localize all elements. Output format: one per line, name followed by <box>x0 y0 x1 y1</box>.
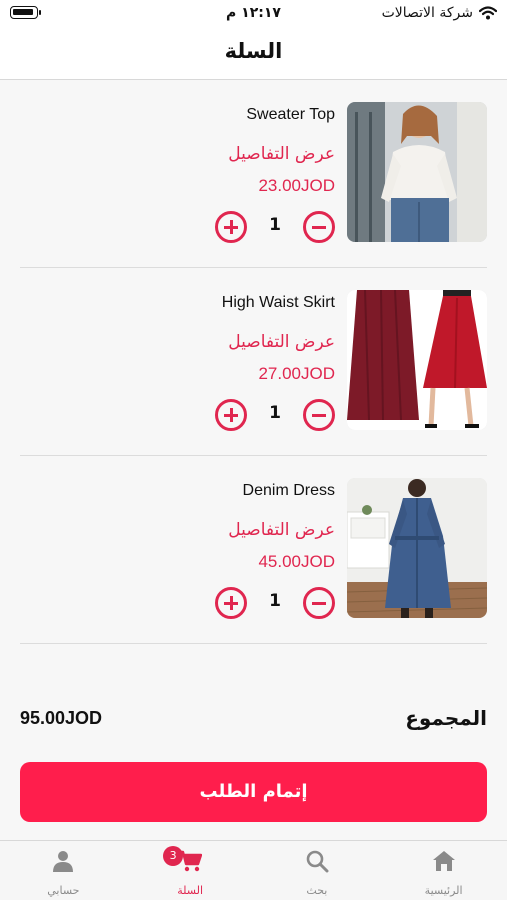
product-price: 27.00JOD <box>258 364 335 383</box>
increase-quantity-button[interactable] <box>215 211 247 243</box>
decrease-quantity-button[interactable] <box>303 211 335 243</box>
product-name: Sweater Top <box>246 106 335 123</box>
tab-home[interactable]: الرئيسية <box>380 841 507 900</box>
product-image-denim-dress[interactable] <box>347 478 487 618</box>
tab-label: السلة <box>177 884 203 897</box>
view-details-link[interactable]: عرض التفاصيل <box>228 144 335 164</box>
quantity-stepper: 1 <box>215 398 335 432</box>
wifi-icon <box>479 6 497 20</box>
product-name: Denim Dress <box>242 482 335 499</box>
tab-label: الرئيسية <box>424 884 463 897</box>
tab-cart[interactable]: 3 السلة <box>127 841 254 900</box>
tab-account[interactable]: حسابي <box>0 841 127 900</box>
quantity-stepper: 1 <box>215 586 335 620</box>
quantity-value: 1 <box>269 591 281 611</box>
cart-item: Sweater Top عرض التفاصيل 23.00JOD 1 <box>20 80 487 268</box>
cart-count-badge: 3 <box>163 846 184 866</box>
denim-dress-photo <box>347 478 487 618</box>
product-price: 23.00JOD <box>258 176 335 195</box>
page-header: السلة <box>0 30 507 80</box>
increase-quantity-button[interactable] <box>215 587 247 619</box>
person-icon <box>53 851 74 872</box>
checkout-button[interactable]: إتمام الطلب <box>20 762 487 822</box>
cart-list: Sweater Top عرض التفاصيل 23.00JOD 1 High… <box>20 80 487 644</box>
view-details-link[interactable]: عرض التفاصيل <box>228 332 335 352</box>
cart-total: المجموع 95.00JOD <box>20 706 487 736</box>
tab-label: بحث <box>306 884 328 897</box>
product-image-high-waist-skirt[interactable] <box>347 290 487 430</box>
quantity-value: 1 <box>269 403 281 423</box>
product-image-sweater-top[interactable] <box>347 102 487 242</box>
product-price: 45.00JOD <box>258 552 335 571</box>
decrease-quantity-button[interactable] <box>303 587 335 619</box>
cart-item: Denim Dress عرض التفاصيل 45.00JOD 1 <box>20 456 487 644</box>
status-bar: ١٢:١٧ م شركة الاتصالات <box>0 0 507 30</box>
sweater-top-photo <box>347 102 487 242</box>
product-name: High Waist Skirt <box>221 294 335 311</box>
tab-label: حسابي <box>47 884 80 897</box>
page-title: السلة <box>224 39 283 63</box>
home-icon <box>432 851 455 871</box>
quantity-stepper: 1 <box>215 210 335 244</box>
carrier-info: شركة الاتصالات <box>382 5 497 21</box>
view-details-link[interactable]: عرض التفاصيل <box>228 520 335 540</box>
decrease-quantity-button[interactable] <box>303 399 335 431</box>
carrier-name: شركة الاتصالات <box>381 5 473 21</box>
increase-quantity-button[interactable] <box>215 399 247 431</box>
cart-item: High Waist Skirt عرض التفاصيل 27.00JOD 1 <box>20 268 487 456</box>
total-value: 95.00JOD <box>20 708 103 728</box>
bottom-tab-bar: حسابي 3 السلة بحث الرئيسية <box>0 840 507 900</box>
total-label: المجموع <box>405 706 487 730</box>
tab-search[interactable]: بحث <box>254 841 381 900</box>
high-waist-skirt-photo <box>347 290 487 430</box>
quantity-value: 1 <box>269 215 281 235</box>
search-icon <box>306 850 329 873</box>
